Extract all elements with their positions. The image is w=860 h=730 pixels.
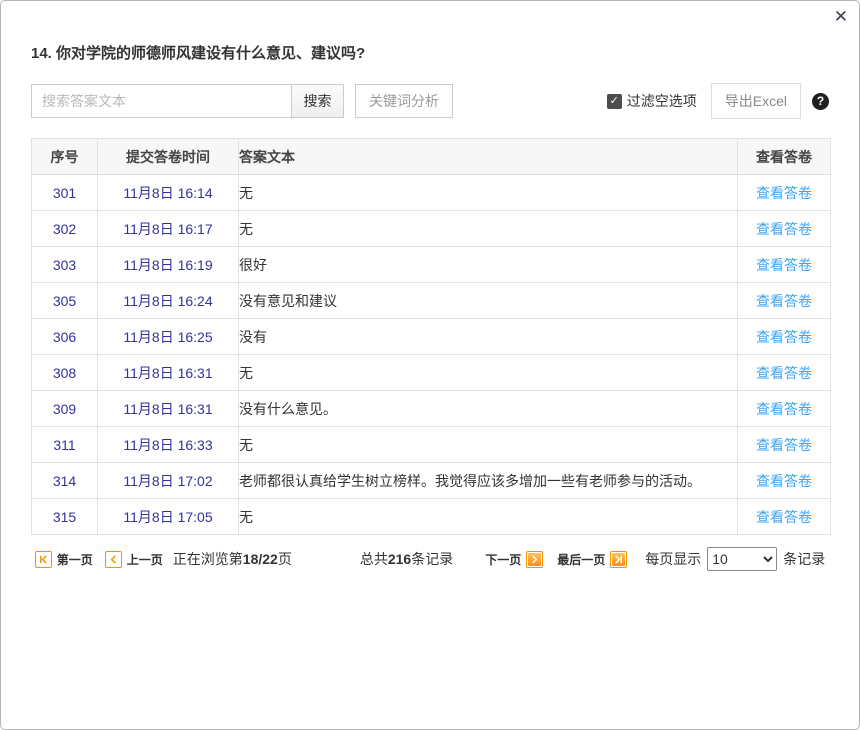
view-answer-link[interactable]: 查看答卷 <box>756 509 812 525</box>
export-excel-button[interactable]: 导出Excel <box>711 83 801 119</box>
table-row: 315 11月8日 17:05 无 查看答卷 <box>32 499 831 535</box>
table-row: 306 11月8日 16:25 没有 查看答卷 <box>32 319 831 355</box>
row-answer-text: 无 <box>239 175 738 211</box>
table-row: 303 11月8日 16:19 很好 查看答卷 <box>32 247 831 283</box>
checkbox-checked-icon[interactable]: ✓ <box>607 94 622 109</box>
view-answer-link[interactable]: 查看答卷 <box>756 365 812 381</box>
pagination-bar: 第一页 上一页 正在浏览第18/22页 总共216条记录 下一页 <box>31 547 829 571</box>
row-serial: 311 <box>32 427 98 463</box>
row-answer-text: 很好 <box>239 247 738 283</box>
row-submit-time: 11月8日 16:24 <box>98 283 239 319</box>
view-answer-link[interactable]: 查看答卷 <box>756 293 812 309</box>
table-body: 301 11月8日 16:14 无 查看答卷 302 11月8日 16:17 无… <box>32 175 831 535</box>
view-answer-link[interactable]: 查看答卷 <box>756 257 812 273</box>
table-row: 302 11月8日 16:17 无 查看答卷 <box>32 211 831 247</box>
per-page-select[interactable]: 10 <box>707 547 777 571</box>
modal-content: 14. 你对学院的师德师风建设有什么意见、建议吗? 搜索 关键词分析 ✓ 过滤空… <box>1 1 859 571</box>
next-page-glyph <box>528 553 541 566</box>
last-page-group: 最后一页 <box>557 551 627 568</box>
row-submit-time: 11月8日 16:31 <box>98 391 239 427</box>
browsing-status: 正在浏览第18/22页 <box>173 549 292 569</box>
row-answer-text: 无 <box>239 499 738 535</box>
filter-empty-label: 过滤空选项 <box>627 91 697 111</box>
search-button[interactable]: 搜索 <box>291 84 344 118</box>
row-submit-time: 11月8日 16:25 <box>98 319 239 355</box>
last-page-label[interactable]: 最后一页 <box>557 551 605 568</box>
row-serial: 301 <box>32 175 98 211</box>
table-row: 305 11月8日 16:24 没有意见和建议 查看答卷 <box>32 283 831 319</box>
row-serial: 309 <box>32 391 98 427</box>
next-page-label[interactable]: 下一页 <box>485 551 521 568</box>
last-page-icon[interactable] <box>610 551 627 568</box>
prev-page-label[interactable]: 上一页 <box>127 551 163 568</box>
row-serial: 302 <box>32 211 98 247</box>
help-icon[interactable]: ? <box>812 93 829 110</box>
table-header: 序号 提交答卷时间 答案文本 查看答卷 <box>32 139 831 175</box>
total-suffix: 条记录 <box>411 551 453 567</box>
header-time: 提交答卷时间 <box>98 139 239 175</box>
row-answer-text: 无 <box>239 355 738 391</box>
row-answer-text: 没有 <box>239 319 738 355</box>
row-answer-text: 没有什么意见。 <box>239 391 738 427</box>
view-answer-link[interactable]: 查看答卷 <box>756 185 812 201</box>
view-answer-link[interactable]: 查看答卷 <box>756 221 812 237</box>
row-submit-time: 11月8日 16:14 <box>98 175 239 211</box>
row-serial: 315 <box>32 499 98 535</box>
row-answer-text: 没有意见和建议 <box>239 283 738 319</box>
table-row: 309 11月8日 16:31 没有什么意见。 查看答卷 <box>32 391 831 427</box>
toolbar: 搜索 关键词分析 ✓ 过滤空选项 导出Excel ? <box>31 84 829 118</box>
row-answer-text: 无 <box>239 211 738 247</box>
toolbar-right: ✓ 过滤空选项 导出Excel ? <box>607 83 829 119</box>
answer-list-modal: ✕ 14. 你对学院的师德师风建设有什么意见、建议吗? 搜索 关键词分析 ✓ 过… <box>0 0 860 730</box>
header-answer-text: 答案文本 <box>239 139 738 175</box>
search-input[interactable] <box>31 84 291 118</box>
per-page-prefix: 每页显示 <box>645 549 701 569</box>
header-view: 查看答卷 <box>738 139 831 175</box>
row-serial: 306 <box>32 319 98 355</box>
row-submit-time: 11月8日 17:02 <box>98 463 239 499</box>
first-page-label[interactable]: 第一页 <box>57 551 93 568</box>
row-answer-text: 老师都很认真给学生树立榜样。我觉得应该多增加一些有老师参与的活动。 <box>239 463 738 499</box>
row-serial: 303 <box>32 247 98 283</box>
browsing-page-value: 18/22 <box>243 551 278 567</box>
table-row: 314 11月8日 17:02 老师都很认真给学生树立榜样。我觉得应该多增加一些… <box>32 463 831 499</box>
total-count: 216 <box>388 551 411 567</box>
table-row: 308 11月8日 16:31 无 查看答卷 <box>32 355 831 391</box>
per-page-suffix: 条记录 <box>783 549 825 569</box>
prev-page-glyph <box>107 553 120 566</box>
table-row: 311 11月8日 16:33 无 查看答卷 <box>32 427 831 463</box>
row-answer-text: 无 <box>239 427 738 463</box>
total-prefix: 总共 <box>360 551 388 567</box>
row-submit-time: 11月8日 16:19 <box>98 247 239 283</box>
table-row: 301 11月8日 16:14 无 查看答卷 <box>32 175 831 211</box>
close-icon[interactable]: ✕ <box>834 7 848 27</box>
view-answer-link[interactable]: 查看答卷 <box>756 401 812 417</box>
row-serial: 314 <box>32 463 98 499</box>
row-serial: 308 <box>32 355 98 391</box>
browsing-prefix: 正在浏览第 <box>173 551 243 567</box>
last-page-glyph <box>612 553 625 566</box>
answers-table: 序号 提交答卷时间 答案文本 查看答卷 301 11月8日 16:14 无 查看… <box>31 138 831 535</box>
first-page-icon[interactable] <box>35 551 52 568</box>
view-answer-link[interactable]: 查看答卷 <box>756 473 812 489</box>
total-records: 总共216条记录 <box>360 549 453 569</box>
filter-empty-checkbox[interactable]: ✓ 过滤空选项 <box>607 91 697 111</box>
view-answer-link[interactable]: 查看答卷 <box>756 437 812 453</box>
per-page-group: 每页显示 10 条记录 <box>645 547 825 571</box>
browsing-suffix: 页 <box>278 551 292 567</box>
row-submit-time: 11月8日 16:33 <box>98 427 239 463</box>
prev-page-icon[interactable] <box>105 551 122 568</box>
header-serial: 序号 <box>32 139 98 175</box>
row-serial: 305 <box>32 283 98 319</box>
search-group: 搜索 <box>31 84 344 118</box>
next-page-icon[interactable] <box>526 551 543 568</box>
keyword-analysis-button[interactable]: 关键词分析 <box>355 84 453 118</box>
row-submit-time: 11月8日 16:31 <box>98 355 239 391</box>
first-page-glyph <box>37 553 50 566</box>
next-page-group: 下一页 <box>485 551 543 568</box>
row-submit-time: 11月8日 16:17 <box>98 211 239 247</box>
question-title: 14. 你对学院的师德师风建设有什么意见、建议吗? <box>31 1 829 63</box>
row-submit-time: 11月8日 17:05 <box>98 499 239 535</box>
view-answer-link[interactable]: 查看答卷 <box>756 329 812 345</box>
